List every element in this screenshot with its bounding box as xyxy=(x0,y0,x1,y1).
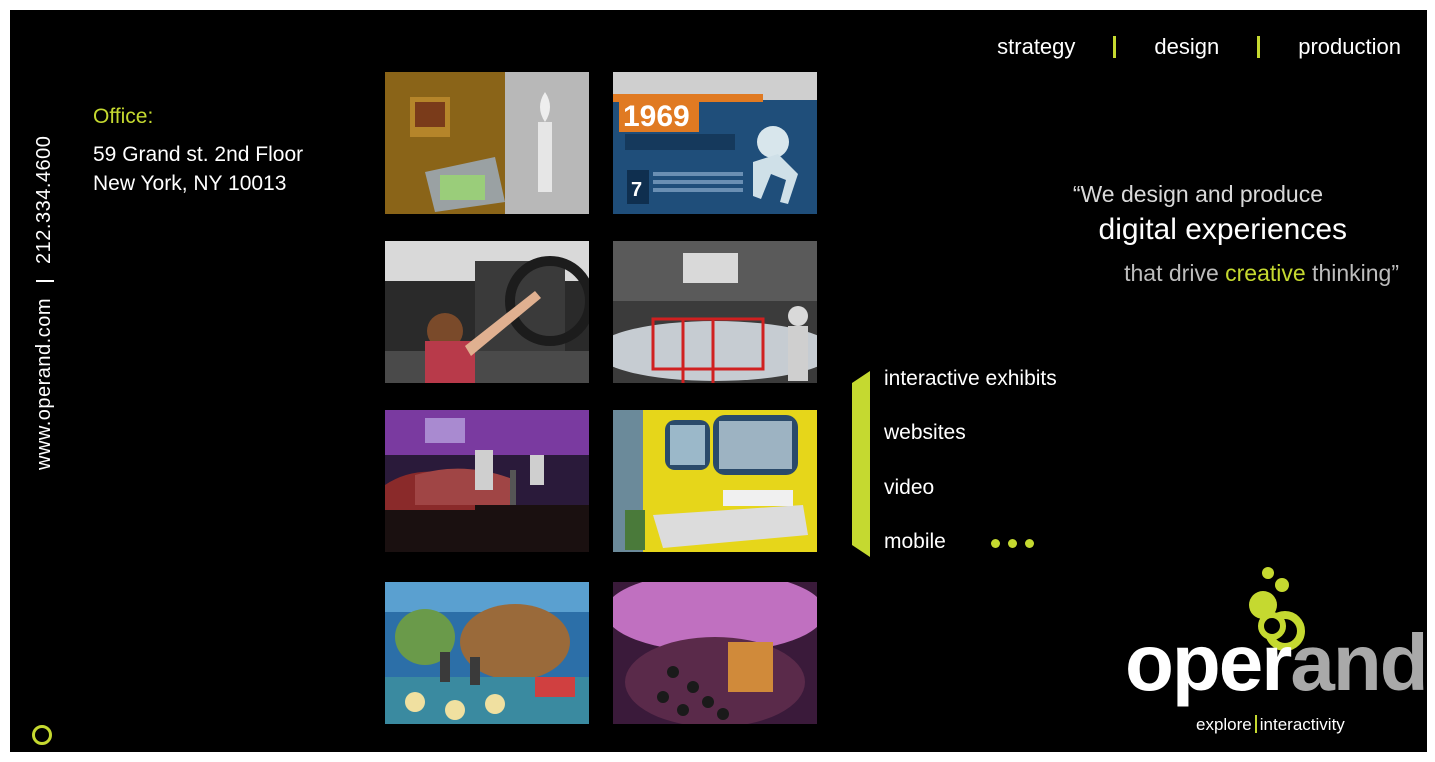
tagline-line3-before: that drive xyxy=(1124,260,1226,286)
thumb-child-interactive[interactable] xyxy=(385,241,589,383)
nav-production[interactable]: production xyxy=(1298,34,1401,60)
services-accent-bar xyxy=(852,371,870,557)
tagline-highlight: creative xyxy=(1225,260,1306,286)
thumb-yellow-booth[interactable] xyxy=(613,410,817,552)
ring-icon xyxy=(32,725,52,745)
office-label: Office: xyxy=(93,105,154,128)
service-mobile[interactable]: mobile xyxy=(884,530,946,554)
logo-tagline: explore interactivity xyxy=(1196,715,1345,735)
tagline-line2: digital experiences xyxy=(1098,213,1347,246)
service-interactive-exhibits[interactable]: interactive exhibits xyxy=(884,367,1057,391)
tagline-line1: “We design and produce xyxy=(1072,181,1323,207)
thumb-concert-hall[interactable] xyxy=(613,582,817,724)
date-number: 7 xyxy=(631,179,642,201)
logo-tag-divider xyxy=(1254,715,1257,733)
logo-wordmark: operand xyxy=(1125,623,1427,703)
office-address-line2: New York, NY 10013 xyxy=(93,172,287,195)
logo-tag-right: interactivity xyxy=(1259,715,1345,734)
website-link[interactable]: www.operand.com xyxy=(33,298,56,470)
nav-strategy[interactable]: strategy xyxy=(997,34,1075,60)
top-nav: strategy design production xyxy=(997,34,1401,60)
logo-tag-left: explore xyxy=(1196,715,1252,734)
page-canvas: www.operand.com 212.334.4600 Office: 59 … xyxy=(10,10,1427,752)
service-video[interactable]: video xyxy=(884,476,934,500)
thumb-1969-exhibit[interactable]: 1969 7 xyxy=(613,72,817,214)
thumb-car-showroom[interactable] xyxy=(385,410,589,552)
thumb-hockey-arena[interactable] xyxy=(613,241,817,383)
tagline-line3: that drive creative thinking” xyxy=(1124,260,1399,287)
more-dots-icon[interactable] xyxy=(991,539,1034,548)
thumb-torch-kiosk[interactable] xyxy=(385,72,589,214)
nav-design[interactable]: design xyxy=(1154,34,1219,60)
logo-word-gray: and xyxy=(1290,618,1427,707)
office-address-line1: 59 Grand st. 2nd Floor xyxy=(93,143,304,166)
vertical-contact-strip: www.operand.com 212.334.4600 xyxy=(33,136,56,470)
tagline-line3-after: thinking” xyxy=(1305,260,1399,286)
contact-divider xyxy=(35,279,54,282)
operand-logo: operand explore interactivity xyxy=(1125,565,1427,745)
nav-divider xyxy=(1113,36,1117,58)
year-banner: 1969 xyxy=(623,100,690,133)
logo-word-white: oper xyxy=(1125,618,1292,707)
thumb-kids-museum[interactable] xyxy=(385,582,589,724)
service-websites[interactable]: websites xyxy=(884,421,966,445)
nav-divider xyxy=(1257,36,1261,58)
phone-number[interactable]: 212.334.4600 xyxy=(33,136,56,264)
